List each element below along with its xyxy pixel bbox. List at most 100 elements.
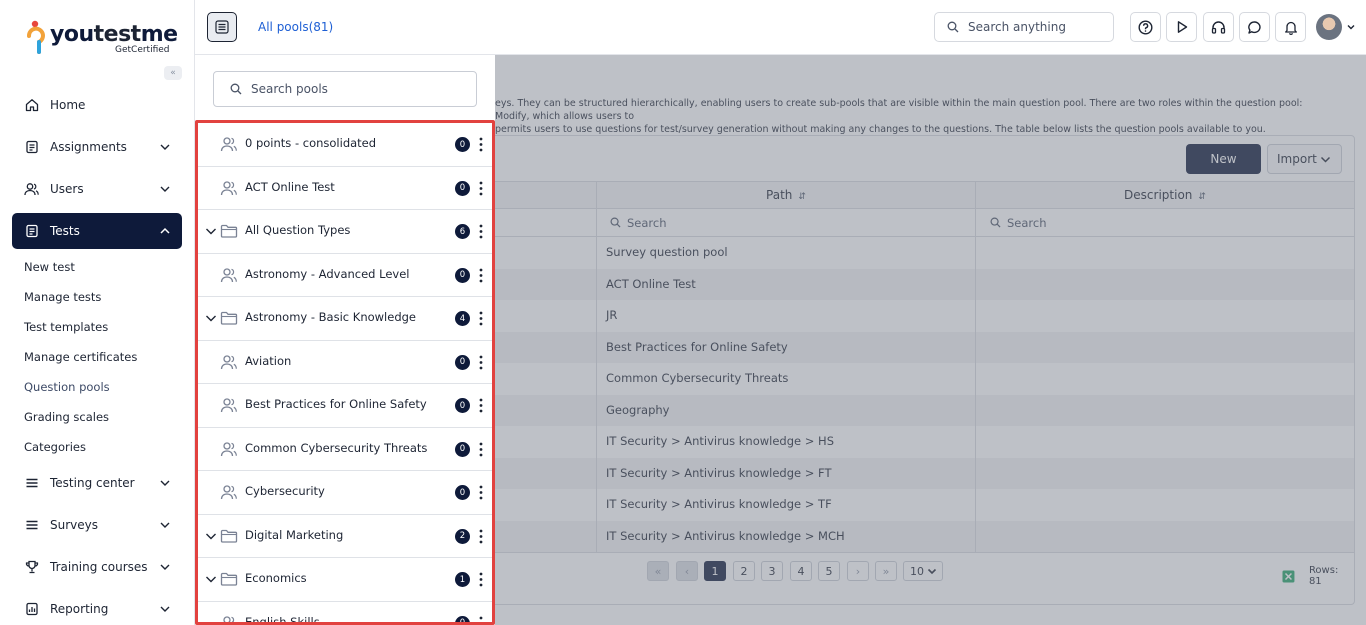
pool-name: 0 points - consolidated [245,136,377,150]
global-search-placeholder: Search anything [968,20,1066,34]
chevron-down-icon [160,606,170,612]
pool-item-digital-marketing[interactable]: Digital Marketing 2 [198,514,492,558]
pool-count-badge: 0 [455,354,470,370]
logo[interactable]: youtestme GetCertified [26,20,178,60]
pool-count-badge: 0 [455,398,470,413]
chevron-down-icon[interactable] [204,572,218,586]
hamburger-icon [215,20,229,34]
survey-icon [24,518,39,533]
kebab-menu-icon[interactable] [479,268,483,283]
pool-item-astronomy-advanced-level[interactable]: Astronomy - Advanced Level 0 [198,253,492,297]
report-icon [24,602,39,617]
pool-name: Digital Marketing [245,527,344,542]
pool-item-best-practices-for-online-safety[interactable]: Best Practices for Online Safety 0 [198,384,492,428]
pool-count-badge: 0 [455,441,470,457]
play-button[interactable] [1166,12,1197,42]
trophy-icon [24,560,39,575]
pool-count-badge: 1 [455,572,470,587]
pool-list: 0 points - consolidated 0 ACT Online Tes… [195,120,495,625]
pool-item-astronomy-basic-knowledge[interactable]: Astronomy - Basic Knowledge 4 [198,297,492,341]
all-pools-link[interactable]: All pools(81) [258,20,333,34]
users-icon [24,182,39,197]
pool-item-economics[interactable]: Economics 1 [198,558,492,602]
kebab-menu-icon[interactable] [479,572,483,587]
pool-count-badge: 6 [455,224,470,239]
search-icon [947,21,959,33]
sidebar-subitem-question-pools[interactable]: Question pools [24,380,110,394]
kebab-menu-icon[interactable] [479,485,483,500]
shared-users-icon [223,615,235,622]
support-button[interactable] [1203,12,1234,42]
sidebar-item-assignments[interactable]: Assignments [12,129,182,165]
shared-users-icon [220,485,237,500]
logo-mark-icon [27,20,45,54]
pool-menu-toggle-button[interactable] [207,12,237,42]
pool-search-input[interactable]: Search pools [213,71,477,107]
pool-count-badge: 0 [455,180,470,196]
kebab-menu-icon[interactable] [479,529,483,544]
sidebar-item-surveys[interactable]: Surveys [12,507,182,543]
chevron-down-icon[interactable] [204,529,218,543]
assignment-icon [24,140,39,155]
sidebar-subitem-manage-tests[interactable]: Manage tests [24,290,101,304]
kebab-menu-icon[interactable] [479,181,483,196]
kebab-menu-icon[interactable] [479,616,483,625]
kebab-menu-icon[interactable] [479,355,483,370]
sidebar-item-users[interactable]: Users [12,171,182,207]
sidebar-item-label: Reporting [50,602,109,616]
pool-count-badge: 2 [455,528,470,544]
sidebar-item-reporting[interactable]: Reporting [12,591,182,625]
testing-center-icon [24,476,39,491]
pool-item-act-online-test[interactable]: ACT Online Test 0 [198,166,492,210]
chevron-up-icon [160,227,170,234]
help-button[interactable] [1130,12,1161,42]
chat-button[interactable] [1239,12,1270,42]
sidebar-subitem-categories[interactable]: Categories [24,440,86,454]
sidebar-item-label: Users [50,182,84,196]
avatar[interactable] [1316,14,1342,40]
shared-users-icon [220,267,237,282]
sidebar-subitem-test-templates[interactable]: Test templates [24,320,108,334]
sidebar-subitem-grading-scales[interactable]: Grading scales [24,410,109,424]
chevron-down-icon [160,522,170,528]
folder-icon [220,529,238,543]
pool-item-common-cybersecurity-threats[interactable]: Common Cybersecurity Threats 0 [198,427,492,471]
help-icon [1138,19,1153,35]
shared-users-icon [220,398,237,413]
sidebar-item-home[interactable]: Home [12,87,182,123]
pool-item-0-points-consolidated[interactable]: 0 points - consolidated 0 [198,123,492,167]
kebab-menu-icon[interactable] [479,442,483,457]
sidebar-item-label: Testing center [50,476,135,490]
bell-icon [1284,21,1297,35]
sidebar-item-training-courses[interactable]: Training courses [12,549,182,585]
sidebar-subitem-manage-certificates[interactable]: Manage certificates [24,350,137,364]
kebab-menu-icon[interactable] [479,398,483,413]
pool-item-english-skills[interactable]: English Skills 0 [198,601,492,625]
chevron-down-icon[interactable] [204,311,218,325]
global-search-input[interactable]: Search anything [934,12,1114,42]
test-icon [24,224,39,239]
pool-name: Common Cybersecurity Threats [245,440,428,455]
sidebar-item-tests[interactable]: Tests [12,213,182,249]
chevron-down-icon [160,186,170,192]
kebab-menu-icon[interactable] [479,224,483,239]
pool-name: Best Practices for Online Safety [245,397,427,411]
collapse-sidebar-button[interactable]: « [164,66,182,80]
pool-item-cybersecurity[interactable]: Cybersecurity 0 [198,471,492,515]
pool-count-badge: 0 [455,615,470,622]
chevron-down-icon[interactable] [204,224,218,238]
kebab-menu-icon[interactable] [479,311,483,326]
pool-name: ACT Online Test [245,179,335,194]
chevron-down-icon[interactable] [1346,22,1356,32]
sidebar-item-label: Home [50,98,86,112]
sidebar-subitem-new-test[interactable]: New test [24,260,75,274]
pool-count-badge: 4 [455,311,470,326]
sidebar-item-testing-center[interactable]: Testing center [12,465,182,501]
play-icon [1177,21,1187,33]
notifications-button[interactable] [1275,12,1306,42]
pool-item-all-question-types[interactable]: All Question Types 6 [198,210,492,254]
pool-item-aviation[interactable]: Aviation 0 [198,340,492,384]
shared-users-icon [220,354,237,369]
kebab-menu-icon[interactable] [479,137,483,152]
chevron-down-icon [160,144,170,150]
